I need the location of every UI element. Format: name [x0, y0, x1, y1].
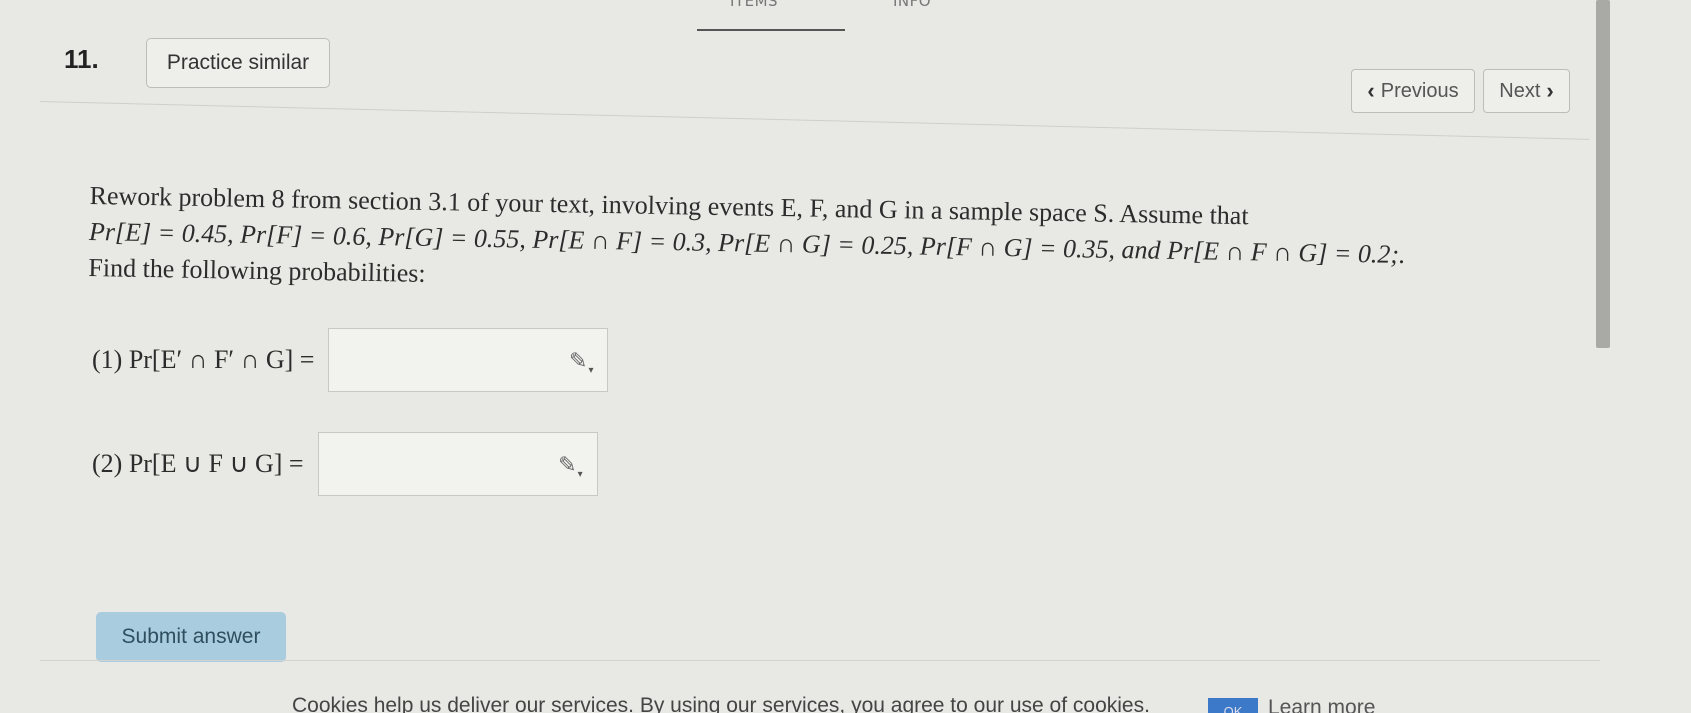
caret-down-icon: ▾	[588, 365, 594, 376]
previous-button[interactable]: ‹ Previous	[1351, 69, 1475, 113]
submit-answer-button[interactable]: Submit answer	[96, 612, 286, 662]
next-label: Next	[1499, 79, 1541, 102]
pencil-icon[interactable]: ✎	[558, 453, 576, 478]
page: ITEMS INFO 11. Practice similar ‹ Previo…	[0, 0, 1691, 713]
tab-items[interactable]: ITEMS	[730, 0, 778, 10]
cookie-ok-button[interactable]: OK	[1208, 698, 1258, 713]
answer-row-1: (1) Pr[E′ ∩ F′ ∩ G] = ✎ ▾	[92, 328, 609, 392]
question-number: 11.	[64, 44, 99, 74]
practice-similar-button[interactable]: Practice similar	[146, 38, 330, 88]
tab-info[interactable]: INFO	[893, 0, 931, 10]
previous-label: Previous	[1380, 79, 1459, 102]
cookie-notice: Cookies help us deliver our services. By…	[292, 694, 1150, 713]
scrollbar[interactable]	[1596, 0, 1610, 348]
footer-divider	[40, 660, 1600, 661]
chevron-left-icon: ‹	[1367, 78, 1375, 103]
answer-label-2: (2) Pr[E ∪ F ∪ G] =	[92, 449, 304, 478]
learn-more-link[interactable]: Learn more	[1268, 696, 1375, 713]
question-text: Rework problem 8 from section 3.1 of you…	[88, 178, 1570, 312]
answer-row-2: (2) Pr[E ∪ F ∪ G] = ✎ ▾	[92, 432, 598, 496]
active-tab-underline	[697, 29, 845, 31]
answer-input-2[interactable]: ✎ ▾	[317, 432, 598, 496]
next-button[interactable]: Next ›	[1483, 69, 1570, 113]
pencil-icon[interactable]: ✎	[569, 349, 587, 374]
answer-label-1: (1) Pr[E′ ∩ F′ ∩ G] =	[92, 345, 315, 374]
chevron-right-icon: ›	[1546, 78, 1554, 103]
answer-input-1[interactable]: ✎ ▾	[328, 328, 609, 392]
caret-down-icon: ▾	[577, 469, 583, 480]
